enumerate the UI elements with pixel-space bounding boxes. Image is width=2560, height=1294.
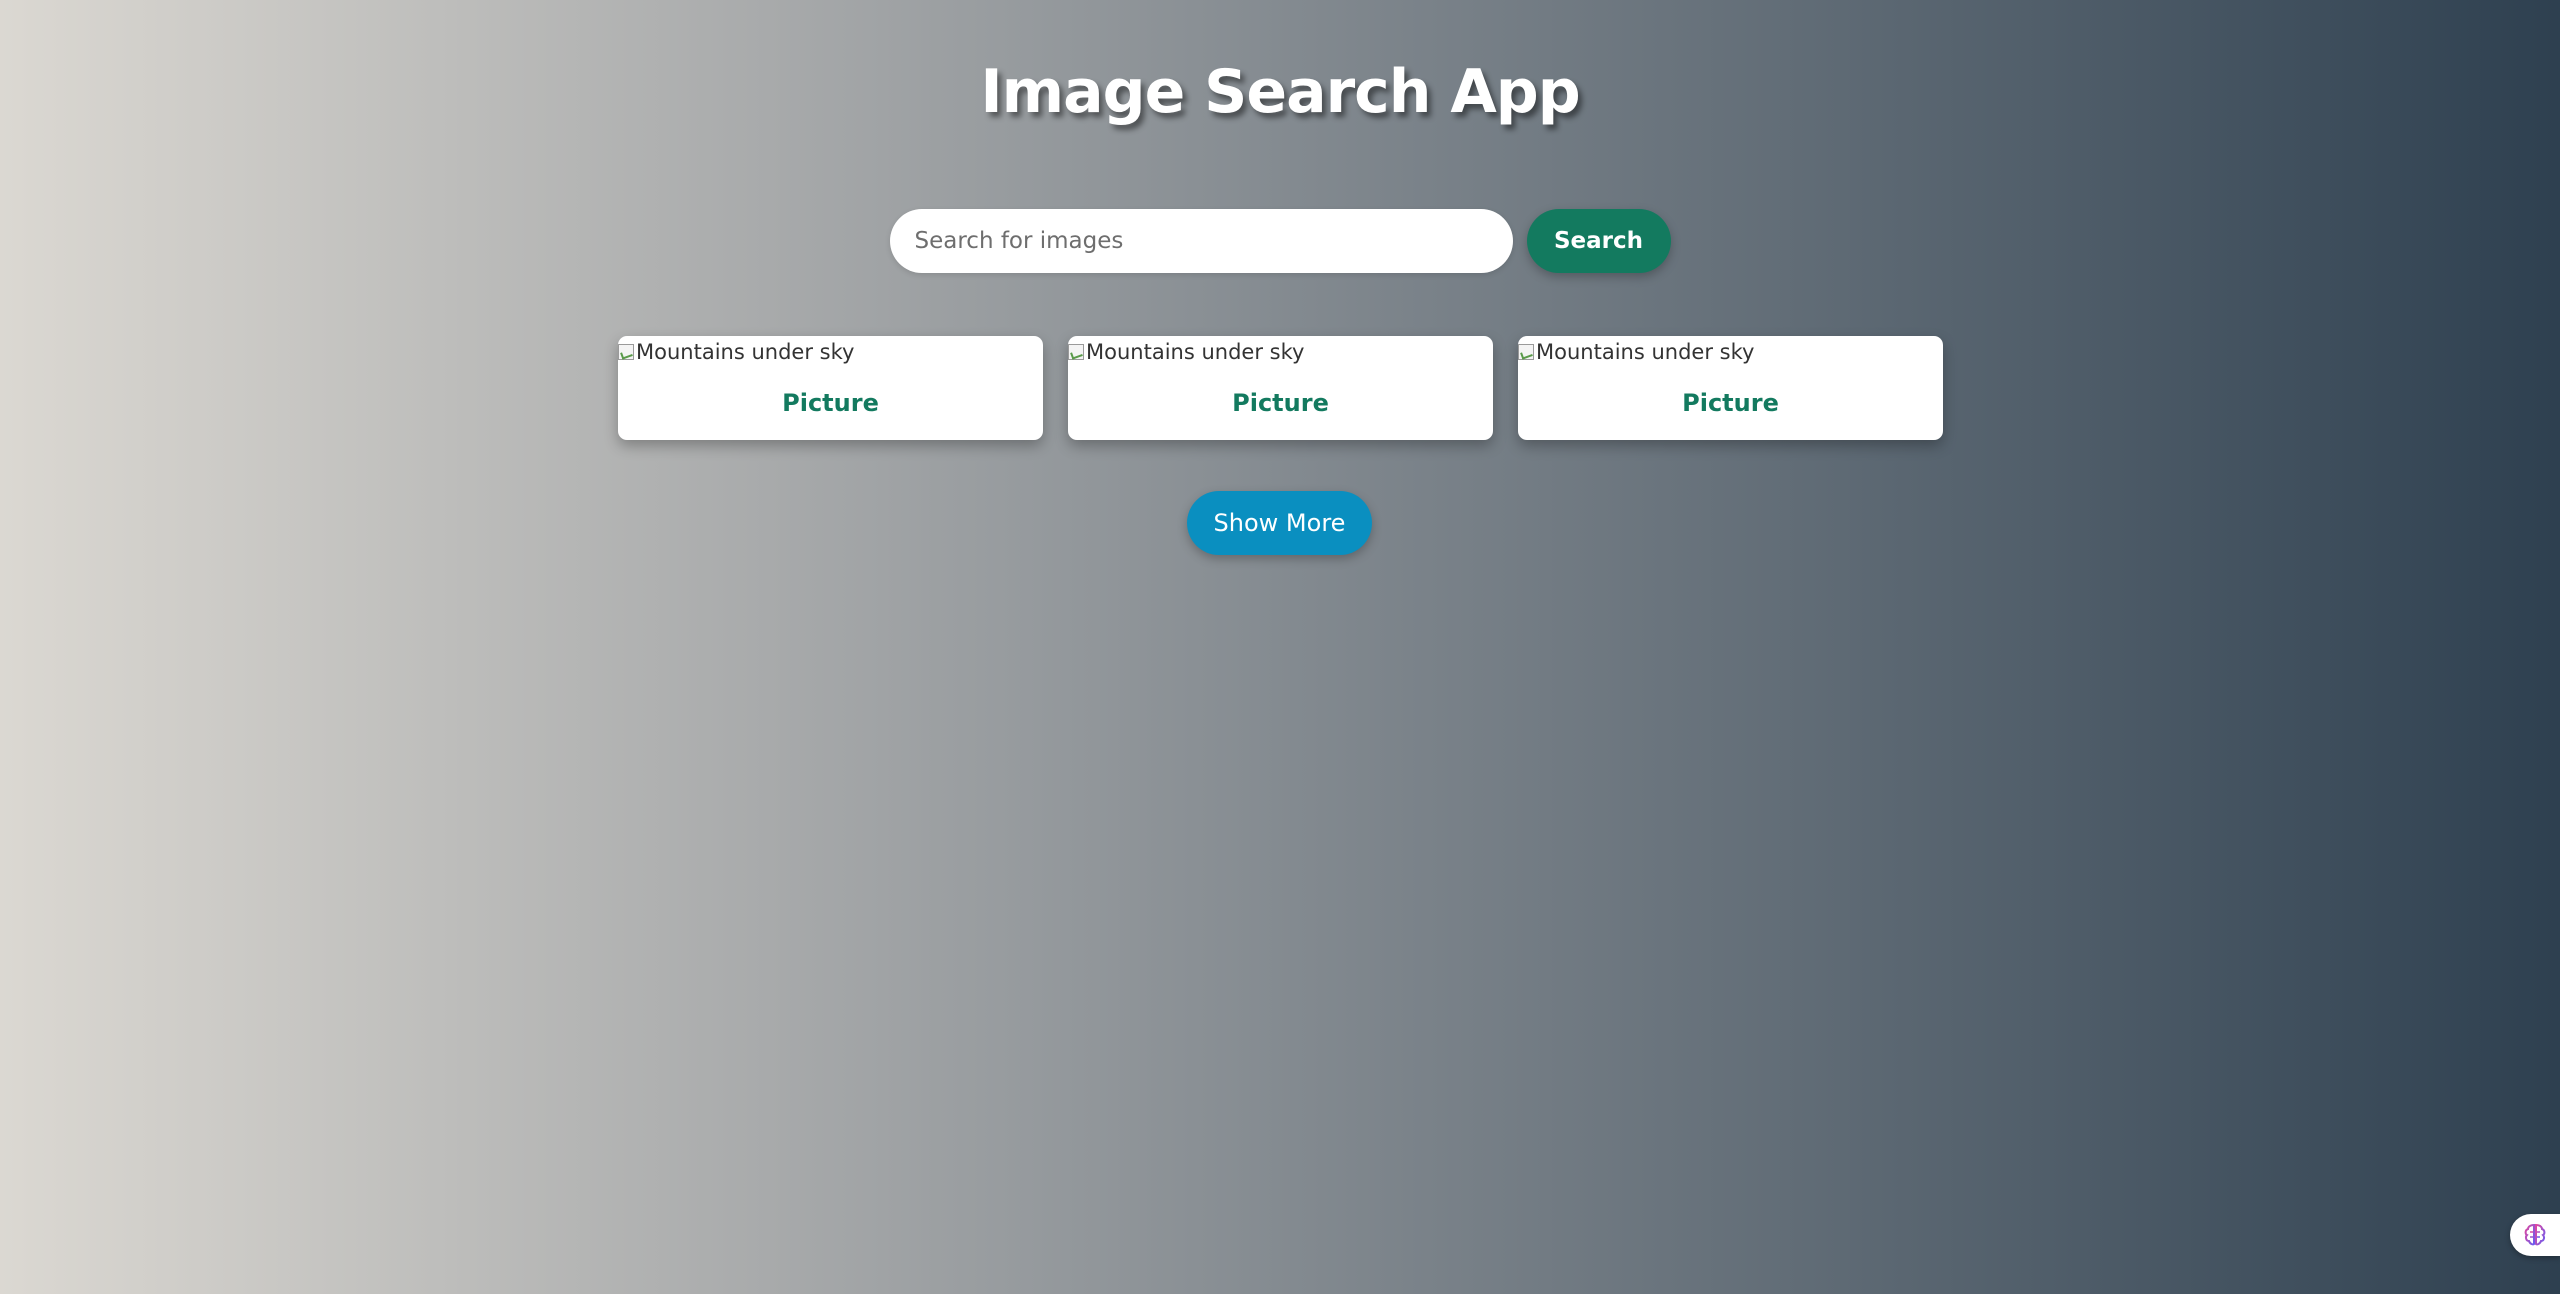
result-link[interactable]: Picture [1518, 389, 1943, 417]
broken-image-icon [1068, 344, 1084, 360]
result-link[interactable]: Picture [618, 389, 1043, 417]
result-card: Mountains under sky Picture [1068, 336, 1493, 440]
show-more-button[interactable]: Show More [1187, 491, 1372, 555]
result-link[interactable]: Picture [1068, 389, 1493, 417]
broken-image-icon [1518, 344, 1534, 360]
extension-widget[interactable] [2510, 1214, 2560, 1256]
result-image[interactable]: Mountains under sky [1068, 340, 1304, 364]
page-title: Image Search App [980, 57, 1580, 127]
search-input[interactable] [889, 209, 1513, 273]
search-button[interactable]: Search [1526, 209, 1671, 273]
result-image-alt: Mountains under sky [636, 340, 855, 364]
result-image-alt: Mountains under sky [1536, 340, 1755, 364]
result-image[interactable]: Mountains under sky [1518, 340, 1754, 364]
brain-icon [2524, 1223, 2546, 1246]
result-card: Mountains under sky Picture [618, 336, 1043, 440]
broken-image-icon [618, 344, 634, 360]
search-form: Search [0, 209, 2560, 273]
result-image[interactable]: Mountains under sky [618, 340, 854, 364]
results-grid: Mountains under sky Picture Mountains un… [618, 336, 1944, 440]
result-image-alt: Mountains under sky [1086, 340, 1305, 364]
result-card: Mountains under sky Picture [1518, 336, 1943, 440]
